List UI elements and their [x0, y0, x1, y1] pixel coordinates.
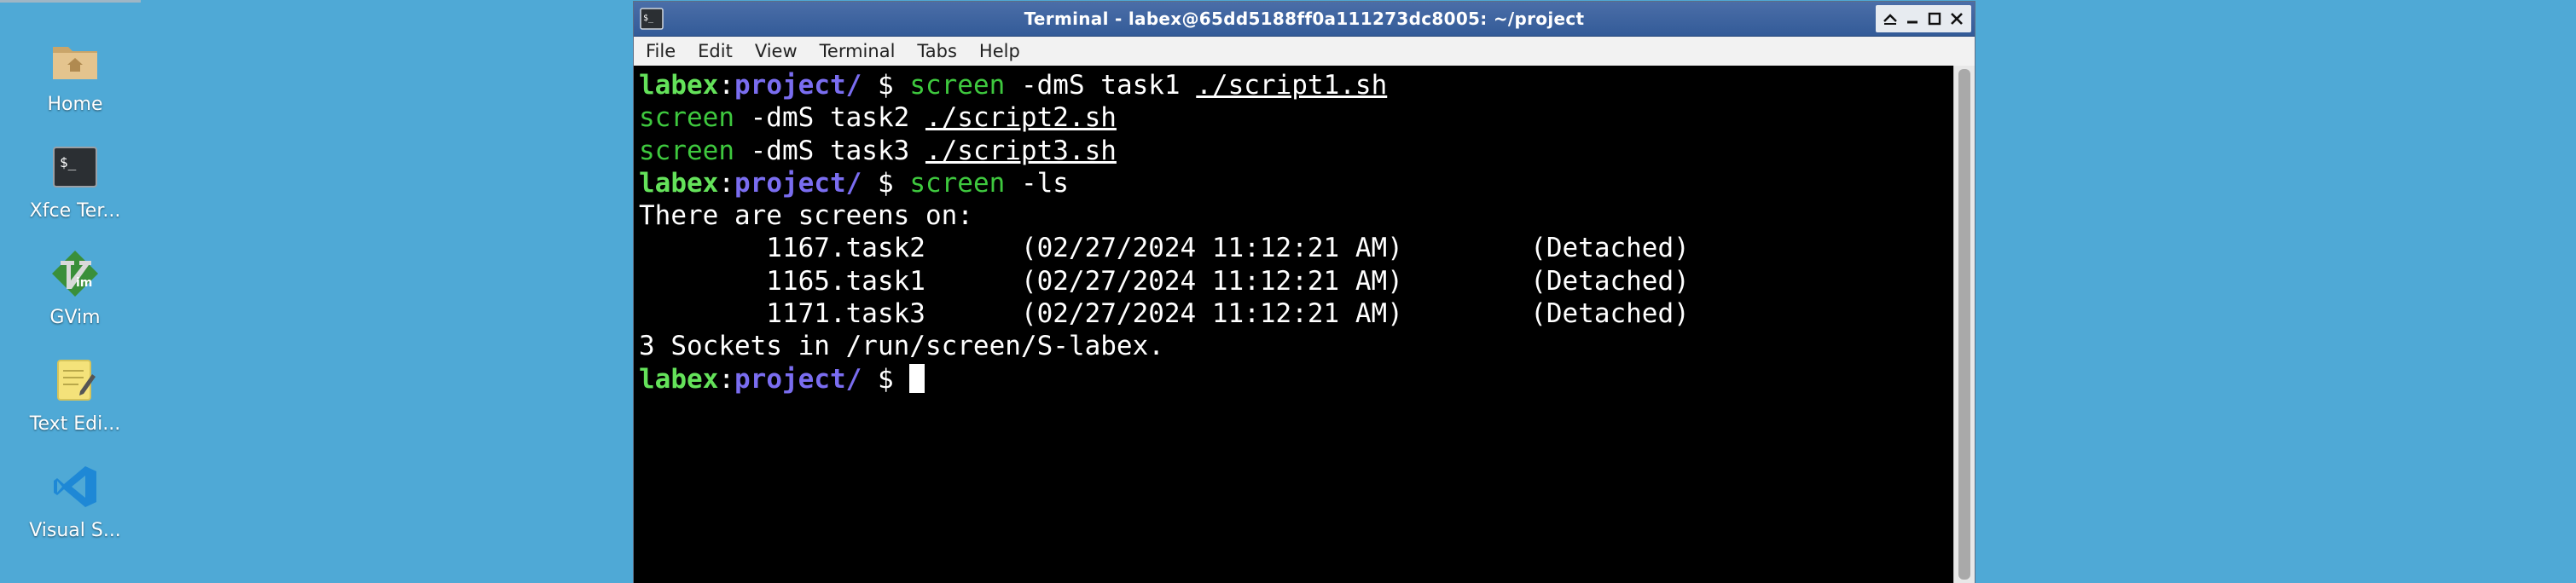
desktop-icon-vscode[interactable]: Visual S... — [15, 460, 135, 567]
output-text: 1171.task3 (02/27/2024 11:12:21 AM) (Det… — [639, 298, 1690, 330]
minimize-icon — [1907, 20, 1917, 24]
terminal-line: 1167.task2 (02/27/2024 11:12:21 AM) (Det… — [639, 232, 1949, 264]
prompt-separator: : — [718, 70, 734, 101]
menu-file[interactable]: File — [646, 41, 676, 61]
desktop-icon-label: Xfce Ter... — [29, 200, 121, 222]
output-text: There are screens on: — [639, 200, 973, 232]
command-args: -dmS task1 — [1005, 70, 1197, 101]
command-args: -dmS task2 — [734, 102, 925, 134]
command-args: -dmS task3 — [734, 135, 925, 166]
terminal-window[interactable]: $_ Terminal - labex@65dd5188ff0a111273dc… — [634, 2, 1975, 583]
menu-bar: File Edit View Terminal Tabs Help — [634, 37, 1975, 66]
command-path: ./script1.sh — [1196, 70, 1388, 101]
menu-help[interactable]: Help — [979, 41, 1020, 61]
home-folder-icon — [49, 34, 102, 87]
command-name: screen — [909, 167, 1006, 199]
prompt-user: labex — [639, 70, 719, 101]
menu-tabs[interactable]: Tabs — [917, 41, 957, 61]
command-args: -ls — [1005, 167, 1069, 199]
terminal-line: screen -dmS task2 ./script2.sh — [639, 101, 1949, 134]
prompt-user: labex — [639, 363, 719, 395]
window-controls — [1876, 5, 1971, 32]
command-name: screen — [639, 135, 734, 166]
desktop-icon-label: Visual S... — [29, 520, 121, 541]
shade-icon — [1883, 14, 1897, 25]
terminal-scrollbar[interactable] — [1953, 66, 1975, 583]
gvim-icon: im — [49, 247, 102, 300]
desktop-icons: Home $_ Xfce Ter... im GVim Text Edi... … — [15, 34, 135, 567]
menu-edit[interactable]: Edit — [698, 41, 733, 61]
window-title: Terminal - labex@65dd5188ff0a111273dc800… — [1024, 9, 1585, 29]
text-cursor — [909, 363, 925, 393]
desktop-icon-label: GVim — [49, 307, 101, 328]
menu-view[interactable]: View — [755, 41, 798, 61]
terminal-output[interactable]: labex:project/ $ screen -dmS task1 ./scr… — [634, 66, 1954, 583]
window-titlebar[interactable]: $_ Terminal - labex@65dd5188ff0a111273dc… — [634, 2, 1975, 37]
command-name: screen — [909, 70, 1006, 101]
terminal-line: 1171.task3 (02/27/2024 11:12:21 AM) (Det… — [639, 297, 1949, 330]
svg-text:$_: $_ — [643, 14, 654, 23]
desktop-icon-terminal[interactable]: $_ Xfce Ter... — [15, 141, 135, 247]
terminal-line: 1165.task1 (02/27/2024 11:12:21 AM) (Det… — [639, 265, 1949, 297]
close-icon — [1951, 13, 1963, 25]
output-text: 1167.task2 (02/27/2024 11:12:21 AM) (Det… — [639, 233, 1690, 264]
desktop-icon-gvim[interactable]: im GVim — [15, 247, 135, 354]
terminal-line: screen -dmS task3 ./script3.sh — [639, 135, 1949, 167]
prompt-path: project/ — [734, 70, 862, 101]
prompt-symbol: $ — [862, 167, 910, 199]
shade-button[interactable] — [1879, 7, 1901, 31]
terminal-line: 3 Sockets in /run/screen/S-labex. — [639, 330, 1949, 362]
maximize-button[interactable] — [1923, 7, 1946, 31]
prompt-separator: : — [718, 167, 734, 199]
prompt-separator: : — [718, 363, 734, 395]
terminal-app-icon[interactable]: $_ — [639, 6, 664, 32]
desktop-icon-label: Text Edi... — [29, 413, 121, 435]
output-text: 1165.task1 (02/27/2024 11:12:21 AM) (Det… — [639, 265, 1690, 297]
desktop-icon-text-editor[interactable]: Text Edi... — [15, 354, 135, 460]
maximize-icon — [1928, 12, 1941, 26]
terminal-icon: $_ — [49, 141, 102, 193]
prompt-path: project/ — [734, 167, 862, 199]
menu-terminal[interactable]: Terminal — [820, 41, 896, 61]
terminal-line: labex:project/ $ screen -ls — [639, 167, 1949, 199]
svg-text:$_: $_ — [60, 154, 77, 170]
output-text: 3 Sockets in /run/screen/S-labex. — [639, 331, 1164, 362]
prompt-symbol: $ — [862, 70, 910, 101]
prompt-symbol: $ — [862, 363, 910, 395]
minimize-button[interactable] — [1901, 7, 1923, 31]
vscode-icon — [49, 460, 102, 513]
desktop-icon-label: Home — [47, 94, 103, 115]
close-button[interactable] — [1946, 7, 1968, 31]
scrollbar-thumb[interactable] — [1958, 69, 1970, 580]
terminal-line: There are screens on: — [639, 199, 1949, 232]
command-name: screen — [639, 102, 734, 134]
desktop-icon-home[interactable]: Home — [15, 34, 135, 141]
command-path: ./script3.sh — [925, 135, 1117, 166]
terminal-line: labex:project/ $ — [639, 363, 1949, 395]
text-editor-icon — [49, 354, 102, 407]
prompt-path: project/ — [734, 363, 862, 395]
command-path: ./script2.sh — [925, 102, 1117, 134]
prompt-user: labex — [639, 167, 719, 199]
svg-text:im: im — [76, 276, 92, 290]
terminal-line: labex:project/ $ screen -dmS task1 ./scr… — [639, 69, 1949, 101]
top-panel-edge — [0, 0, 141, 3]
